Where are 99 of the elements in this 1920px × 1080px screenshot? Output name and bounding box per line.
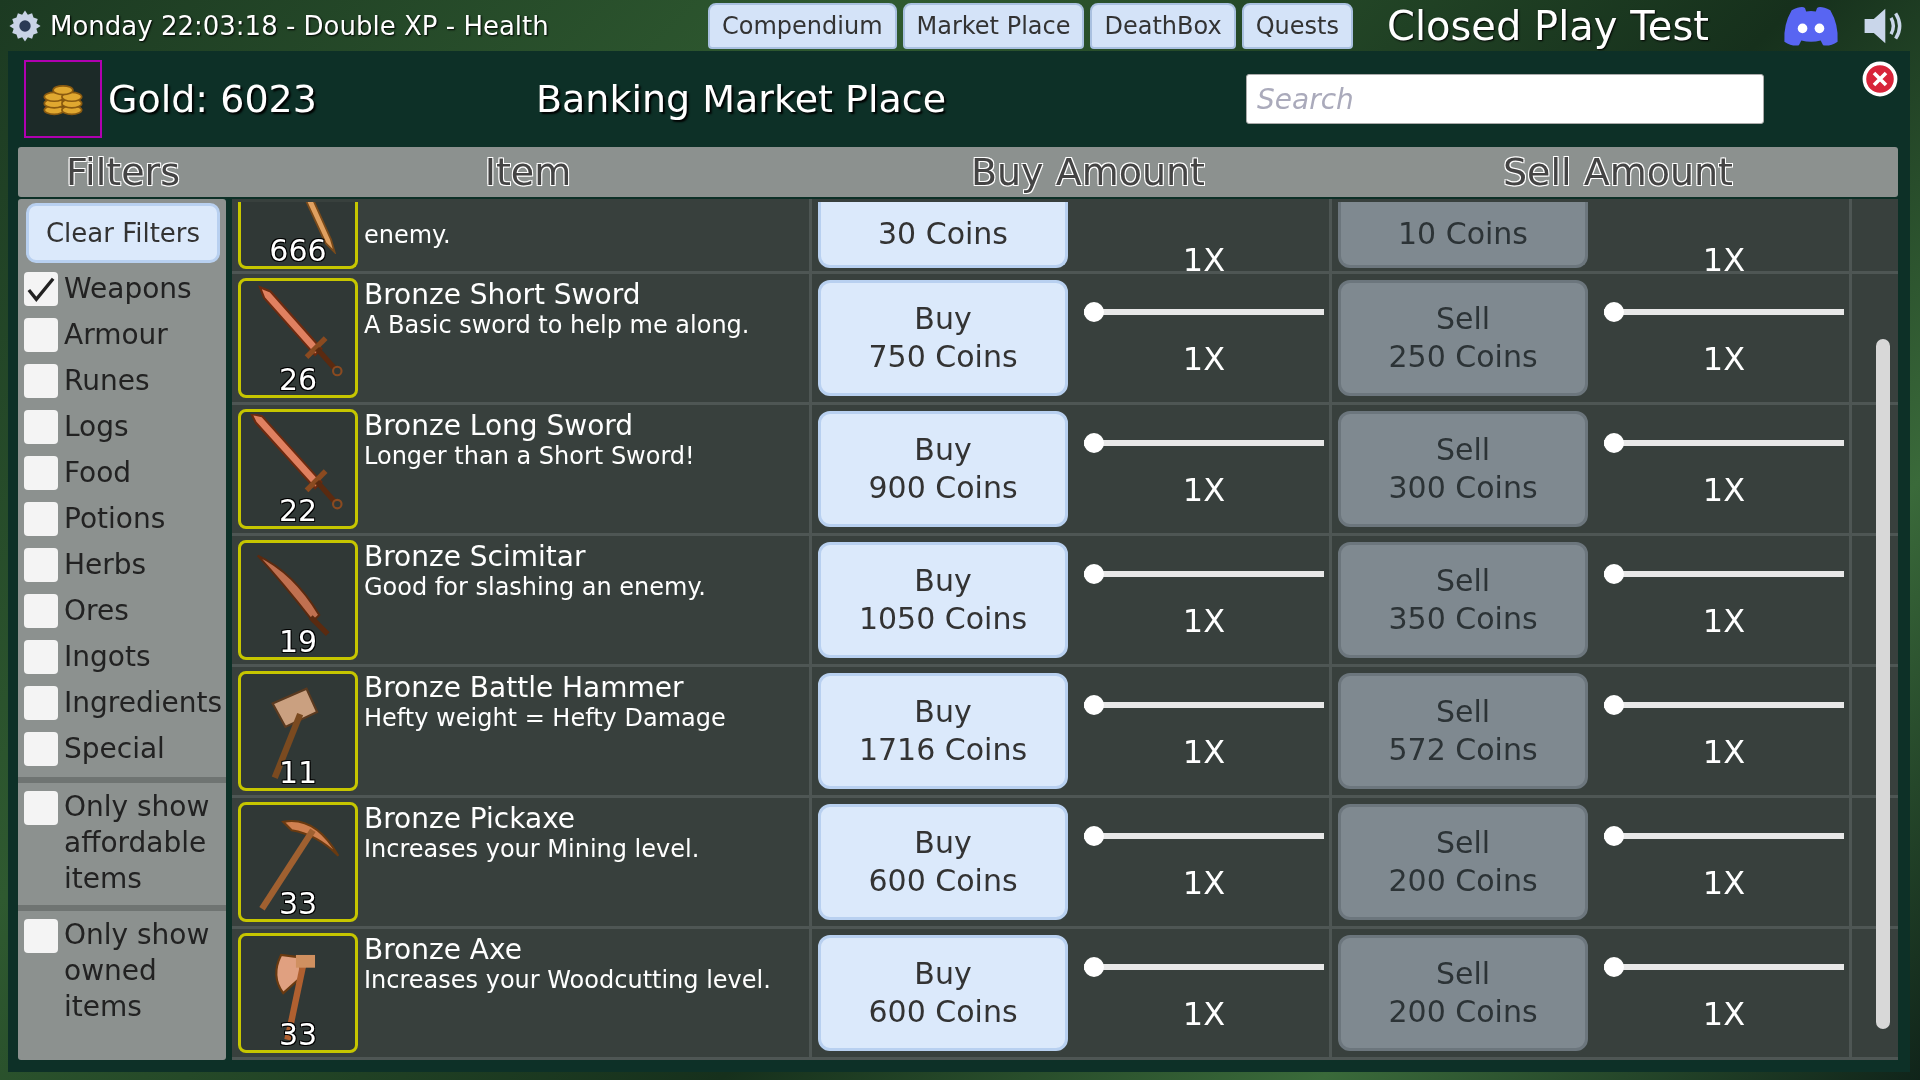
item-description: Hefty weight = Hefty Damage bbox=[364, 704, 727, 732]
quantity-label: 1X bbox=[1702, 602, 1746, 640]
quantity-label: 1X bbox=[1702, 471, 1746, 509]
close-icon[interactable] bbox=[1862, 61, 1898, 97]
panel-title: Banking Market Place bbox=[536, 77, 948, 121]
column-header: Buy Amount bbox=[969, 150, 1207, 194]
item-count: 26 bbox=[277, 362, 319, 397]
filter-label: Special bbox=[64, 731, 165, 767]
item-description: Increases your Mining level. bbox=[364, 835, 701, 863]
item-name: Bronze Scimitar bbox=[364, 540, 587, 573]
checkbox[interactable] bbox=[24, 791, 58, 825]
item-count: 33 bbox=[277, 886, 319, 921]
item-description: enemy. bbox=[364, 221, 452, 249]
filter-label: Ores bbox=[64, 593, 129, 629]
filter-label: Food bbox=[64, 455, 132, 491]
checkbox[interactable] bbox=[24, 640, 58, 674]
checkmark-icon bbox=[27, 275, 55, 303]
status-text: Monday 22:03:18 - Double XP - Health bbox=[50, 10, 549, 41]
checkbox[interactable] bbox=[24, 502, 58, 536]
checkbox[interactable] bbox=[24, 686, 58, 720]
search-field[interactable]: Search bbox=[1246, 74, 1764, 124]
checkbox[interactable] bbox=[24, 594, 58, 628]
quantity-label: 1X bbox=[1182, 733, 1226, 771]
slider-handle[interactable] bbox=[1084, 302, 1104, 322]
build-label: Closed Play Test bbox=[1386, 2, 1709, 49]
buy-button[interactable]: Buy 600 Coins bbox=[818, 935, 1068, 1051]
nav-tab[interactable]: Market Place bbox=[902, 2, 1085, 49]
checkbox[interactable] bbox=[24, 732, 58, 766]
item-count: 666 bbox=[268, 233, 328, 268]
nav-tab[interactable]: Compendium bbox=[708, 2, 897, 49]
item-name: Bronze Long Sword bbox=[364, 409, 635, 442]
quantity-label: 1X bbox=[1182, 995, 1226, 1033]
column-header: Sell Amount bbox=[1502, 150, 1734, 194]
filter-label: Logs bbox=[64, 409, 129, 445]
item-count: 19 bbox=[277, 624, 319, 659]
column-header: Filters bbox=[65, 150, 181, 194]
item-count: 22 bbox=[277, 493, 319, 528]
buy-button[interactable]: Buy 600 Coins bbox=[818, 804, 1068, 920]
checkbox[interactable] bbox=[24, 919, 58, 953]
slider-handle[interactable] bbox=[1604, 564, 1624, 584]
quantity-label: 1X bbox=[1182, 602, 1226, 640]
buy-button[interactable]: Buy 1050 Coins bbox=[818, 542, 1068, 658]
quantity-label: 1X bbox=[1702, 995, 1746, 1033]
column-header: Item bbox=[483, 150, 573, 194]
checkbox[interactable] bbox=[24, 410, 58, 444]
slider-handle[interactable] bbox=[1604, 302, 1624, 322]
filter-label: Weapons bbox=[64, 271, 192, 307]
filter-label: Herbs bbox=[64, 547, 147, 583]
quantity-label: 1X bbox=[1702, 340, 1746, 378]
buy-button[interactable]: 30 Coins bbox=[818, 202, 1068, 268]
quantity-label: 1X bbox=[1182, 340, 1226, 378]
item-description: Longer than a Short Sword! bbox=[364, 442, 696, 470]
slider-handle[interactable] bbox=[1084, 695, 1104, 715]
filter-label: Potions bbox=[64, 501, 166, 537]
filter-label: Ingots bbox=[64, 639, 151, 675]
coin-balance: Gold: 6023 bbox=[108, 77, 318, 121]
quantity-label: 1X bbox=[1182, 471, 1226, 509]
filter-label: Ingredients bbox=[64, 685, 222, 721]
filter-label: Runes bbox=[64, 363, 150, 399]
item-count: 33 bbox=[277, 1017, 319, 1052]
slider-handle[interactable] bbox=[1084, 433, 1104, 453]
filter-label: Only show owned items bbox=[64, 917, 211, 1025]
item-name: Bronze Pickaxe bbox=[364, 802, 577, 835]
scrollbar[interactable] bbox=[1876, 339, 1890, 1029]
checkbox[interactable] bbox=[24, 272, 58, 306]
quantity-label: 1X bbox=[1702, 241, 1746, 279]
slider-handle[interactable] bbox=[1604, 826, 1624, 846]
slider-handle[interactable] bbox=[1084, 826, 1104, 846]
nav-tab[interactable]: Quests bbox=[1241, 2, 1353, 49]
buy-button[interactable]: Buy 1716 Coins bbox=[818, 673, 1068, 789]
filter-label: Only show affordable items bbox=[64, 789, 211, 897]
checkbox[interactable] bbox=[24, 456, 58, 490]
quantity-label: 1X bbox=[1702, 733, 1746, 771]
slider-handle[interactable] bbox=[1084, 957, 1104, 977]
filter-label: Armour bbox=[64, 317, 168, 353]
item-name: Bronze Battle Hammer bbox=[364, 671, 685, 704]
settings-icon[interactable] bbox=[8, 8, 42, 43]
quantity-label: 1X bbox=[1182, 241, 1226, 279]
clear-filters-button[interactable]: Clear Filters bbox=[26, 203, 220, 263]
checkbox[interactable] bbox=[24, 318, 58, 352]
checkbox[interactable] bbox=[24, 364, 58, 398]
slider-handle[interactable] bbox=[1084, 564, 1104, 584]
item-description: Increases your Woodcutting level. bbox=[364, 966, 772, 994]
item-description: A Basic sword to help me along. bbox=[364, 311, 751, 339]
item-count: 11 bbox=[277, 755, 319, 790]
buy-button[interactable]: Buy 900 Coins bbox=[818, 411, 1068, 527]
item-name: Bronze Axe bbox=[364, 933, 523, 966]
quantity-label: 1X bbox=[1182, 864, 1226, 902]
slider-handle[interactable] bbox=[1604, 433, 1624, 453]
slider-handle[interactable] bbox=[1604, 957, 1624, 977]
buy-button[interactable]: Buy 750 Coins bbox=[818, 280, 1068, 396]
coin-stack-icon bbox=[24, 60, 102, 138]
item-name: Bronze Short Sword bbox=[364, 278, 642, 311]
nav-tab[interactable]: DeathBox bbox=[1090, 2, 1236, 49]
slider-handle[interactable] bbox=[1604, 695, 1624, 715]
item-description: Good for slashing an enemy. bbox=[364, 573, 707, 601]
game-controller-icon[interactable] bbox=[1782, 4, 1840, 47]
checkbox[interactable] bbox=[24, 548, 58, 582]
quantity-label: 1X bbox=[1702, 864, 1746, 902]
